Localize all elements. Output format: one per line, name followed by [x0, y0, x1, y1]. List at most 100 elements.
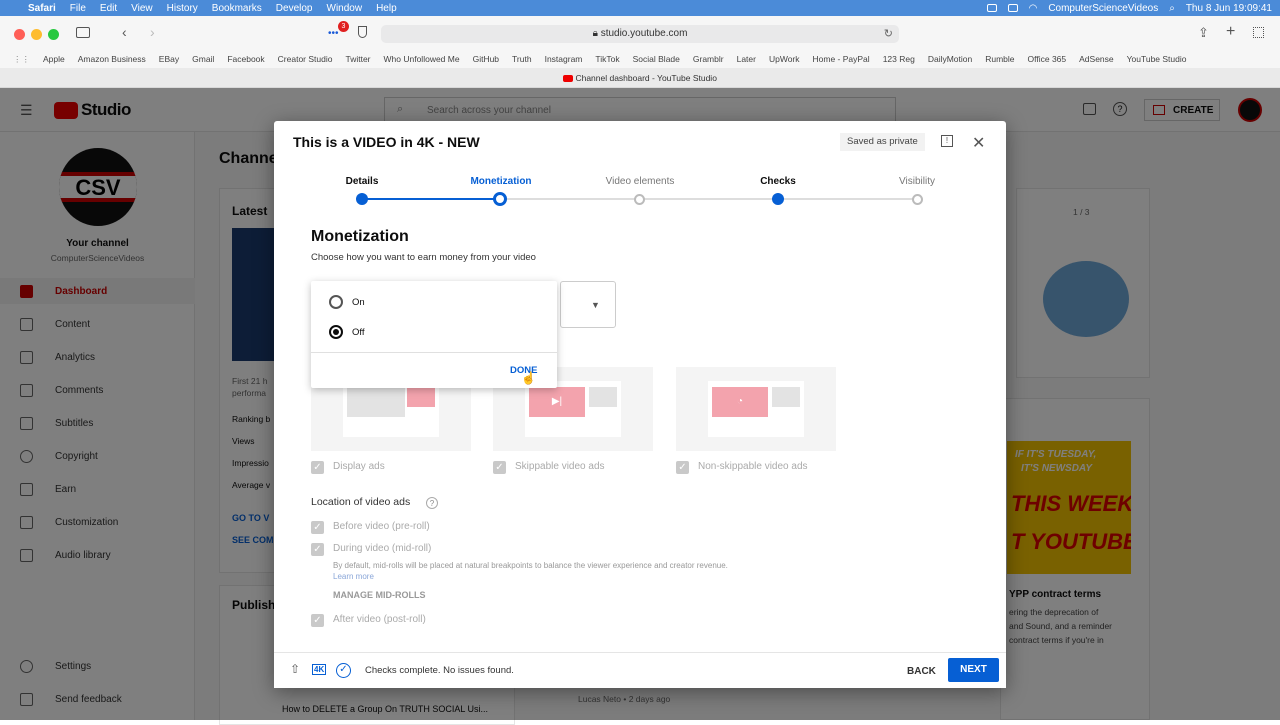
close-dialog-icon[interactable]: ✕ [972, 133, 985, 153]
step-done-check-icon [356, 193, 368, 205]
sidebar-toggle-icon[interactable] [76, 27, 90, 38]
step-monetization[interactable]: Monetization [441, 176, 561, 187]
fav-apple[interactable]: Apple [43, 54, 65, 64]
fav-adsense[interactable]: AdSense [1079, 54, 1114, 64]
step-checks[interactable]: Checks [718, 176, 838, 187]
monetization-options-popup: On Off DONE ☝ [311, 281, 557, 388]
zoom-window-icon[interactable] [48, 29, 59, 40]
display-ads-checkbox[interactable]: ✓ [311, 461, 324, 474]
step-pending-icon [634, 194, 645, 205]
monetization-select[interactable]: ▼ [560, 281, 616, 328]
fav-gmail[interactable]: Gmail [192, 54, 214, 64]
lock-icon: 🔒︎ [592, 28, 601, 39]
step-details[interactable]: Details [302, 176, 422, 187]
next-button[interactable]: NEXT [948, 658, 999, 682]
back-nav-icon[interactable]: ‹ [122, 24, 127, 40]
fav-ebay[interactable]: EBay [159, 54, 179, 64]
step-video-elements[interactable]: Video elements [580, 176, 700, 187]
battery-icon[interactable] [1007, 4, 1018, 12]
menu-file[interactable]: File [70, 3, 86, 14]
new-tab-icon[interactable]: + [1226, 23, 1235, 41]
preroll-label: Before video (pre-roll) [333, 521, 430, 532]
radio-off[interactable] [329, 325, 343, 339]
step-visibility[interactable]: Visibility [857, 176, 977, 187]
section-title: Monetization [311, 228, 409, 245]
fav-github[interactable]: GitHub [473, 54, 499, 64]
forward-nav-icon[interactable]: › [150, 24, 155, 40]
fav-youtube-studio[interactable]: YouTube Studio [1127, 54, 1187, 64]
cursor-icon: ☝ [521, 371, 536, 385]
fav-who-unfollowed-me[interactable]: Who Unfollowed Me [384, 54, 460, 64]
menu-view[interactable]: View [131, 3, 153, 14]
back-button[interactable]: BACK [907, 666, 936, 677]
help-icon[interactable]: ? [426, 497, 438, 509]
grid-icon[interactable]: ⋮⋮ [13, 54, 30, 65]
non-skippable-ads-label: Non-skippable video ads [698, 461, 808, 472]
url-text: studio.youtube.com [600, 28, 688, 39]
fav-later[interactable]: Later [737, 54, 756, 64]
address-bar[interactable]: 🔒︎ studio.youtube.com ↻ [381, 25, 899, 43]
fav-tiktok[interactable]: TikTok [595, 54, 619, 64]
fav-twitter[interactable]: Twitter [345, 54, 370, 64]
skippable-ads-checkbox[interactable]: ✓ [493, 461, 506, 474]
midroll-note: By default, mid-rolls will be placed at … [333, 561, 728, 570]
menu-develop[interactable]: Develop [276, 3, 313, 14]
midroll-checkbox[interactable]: ✓ [311, 543, 324, 556]
video-details-dialog: This is a VIDEO in 4K - NEW Saved as pri… [274, 121, 1006, 688]
checks-status: Checks complete. No issues found. [365, 665, 514, 676]
dialog-title: This is a VIDEO in 4K - NEW [293, 134, 480, 150]
status-icon[interactable] [986, 4, 997, 12]
postroll-label: After video (post-roll) [333, 614, 426, 625]
fav-amazon-business[interactable]: Amazon Business [78, 54, 146, 64]
menu-history[interactable]: History [167, 3, 198, 14]
fav-123-reg[interactable]: 123 Reg [883, 54, 915, 64]
menu-window[interactable]: Window [327, 3, 363, 14]
non-skippable-ads-checkbox[interactable]: ✓ [676, 461, 689, 474]
manage-midrolls-button[interactable]: MANAGE MID-ROLLS [333, 590, 426, 600]
fav-social-blade[interactable]: Social Blade [633, 54, 680, 64]
fav-office-365[interactable]: Office 365 [1028, 54, 1067, 64]
radio-on[interactable] [329, 295, 343, 309]
step-done-check-icon [772, 193, 784, 205]
display-ads-label: Display ads [333, 461, 385, 472]
fav-rumble[interactable]: Rumble [985, 54, 1014, 64]
spotlight-icon[interactable]: ⌕ [1169, 3, 1175, 14]
preroll-checkbox[interactable]: ✓ [311, 521, 324, 534]
learn-more-link[interactable]: Learn more [333, 572, 374, 581]
share-icon[interactable]: ⇪ [1198, 25, 1209, 41]
fav-truth[interactable]: Truth [512, 54, 532, 64]
step-current-icon [493, 192, 507, 206]
menu-help[interactable]: Help [376, 3, 397, 14]
option-off-label: Off [352, 327, 365, 338]
extensions-icon[interactable]: ••• [328, 28, 339, 39]
browser-tab[interactable]: Channel dashboard - YouTube Studio [563, 73, 717, 83]
tab-overview-icon[interactable] [1253, 27, 1264, 38]
menu-datetime[interactable]: Thu 8 Jun 19:09:41 [1186, 3, 1272, 14]
menu-bookmarks[interactable]: Bookmarks [212, 3, 262, 14]
reload-icon[interactable]: ↻ [884, 25, 893, 43]
menu-app-name[interactable]: Safari [28, 3, 56, 14]
timer-icon: ◔ [712, 387, 768, 417]
skippable-ads-label: Skippable video ads [515, 461, 605, 472]
ad-location-title: Location of video ads [311, 496, 411, 508]
fav-gramblr[interactable]: Gramblr [693, 54, 724, 64]
fav-facebook[interactable]: Facebook [227, 54, 264, 64]
wifi-icon[interactable]: ◠ [1029, 3, 1038, 14]
minimize-window-icon[interactable] [31, 29, 42, 40]
menu-edit[interactable]: Edit [100, 3, 117, 14]
fav-dailymotion[interactable]: DailyMotion [928, 54, 972, 64]
upload-icon[interactable]: ⇧ [290, 662, 300, 676]
fav-creator-studio[interactable]: Creator Studio [278, 54, 333, 64]
dialog-footer: ⇧ 4K ✓ Checks complete. No issues found.… [274, 652, 1006, 688]
notification-badge: 3 [338, 21, 349, 32]
browser-toolbar: ‹ › ••• 3 🔒︎ studio.youtube.com ↻ ⇪ + [0, 16, 1280, 50]
report-feedback-icon[interactable]: ! [941, 135, 953, 147]
close-window-icon[interactable] [14, 29, 25, 40]
stepper-progress [362, 198, 506, 200]
postroll-checkbox[interactable]: ✓ [311, 614, 324, 627]
fav-upwork[interactable]: UpWork [769, 54, 800, 64]
fav-instagram[interactable]: Instagram [545, 54, 583, 64]
privacy-shield-icon[interactable] [358, 26, 367, 38]
fav-paypal[interactable]: Home - PayPal [813, 54, 870, 64]
menu-account[interactable]: ComputerScienceVideos [1048, 3, 1158, 14]
